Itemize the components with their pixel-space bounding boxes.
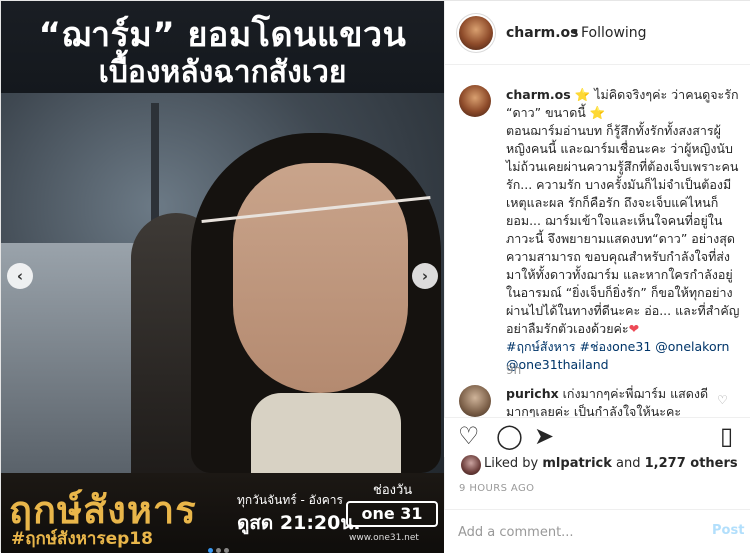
channel-label: ช่องวัน: [373, 483, 413, 498]
post-caption: charm.os ⭐ ไม่คิดจริงๆค่ะ ว่าคนดูจะรัก “…: [506, 86, 744, 374]
commenter-avatar[interactable]: [459, 385, 491, 417]
comment-icon[interactable]: ◯: [496, 424, 523, 448]
author-avatar[interactable]: [459, 16, 493, 50]
bookmark-icon[interactable]: ▯: [720, 424, 733, 448]
mention-link[interactable]: @onelakorn: [655, 339, 729, 354]
hashtag-link[interactable]: #ฤกษ์สังหาร: [506, 339, 576, 354]
next-slide-button[interactable]: ›: [412, 263, 438, 289]
action-bar: ♡ ◯ ➤ ▯: [444, 417, 750, 457]
show-hashtag: #ฤกษ์สังหารep18: [11, 529, 153, 549]
carousel-dot: [224, 548, 229, 553]
mention-link[interactable]: @one31thailand: [506, 357, 609, 372]
carousel-indicator: [208, 538, 232, 553]
caption-username[interactable]: charm.os: [506, 87, 571, 102]
video-frame: [1, 93, 444, 473]
likes-others-link[interactable]: 1,277 others: [645, 456, 738, 471]
comment-like-icon[interactable]: ♡: [717, 393, 728, 407]
share-icon[interactable]: ➤: [534, 424, 554, 448]
caption-avatar[interactable]: [459, 85, 491, 117]
likes-summary: Liked by mlpatrick and 1,277 others: [484, 456, 738, 471]
previous-slide-button[interactable]: ‹: [7, 263, 33, 289]
post-media[interactable]: “ฌาร์ม” ยอมโดนแขวน เบื้องหลังฉากสังเวย ‹…: [1, 1, 444, 553]
star-emoji: ⭐: [589, 105, 606, 120]
carousel-dot: [208, 548, 213, 553]
actress-face: [233, 163, 408, 393]
comment-input[interactable]: [458, 522, 698, 542]
comment-item: purichx เก่งมากๆค่ะพี่ฌาร์ม แสดงดีมากๆเล…: [506, 385, 711, 419]
carousel-dot: [216, 548, 221, 553]
add-comment-bar: Post: [444, 509, 750, 553]
following-button[interactable]: Following: [581, 25, 647, 41]
liker-avatar[interactable]: [461, 455, 481, 475]
channel-url: www.one31.net: [349, 533, 419, 543]
post-comment-button[interactable]: Post: [712, 523, 744, 538]
post-header: charm.os • Following: [445, 1, 750, 65]
commenter-username[interactable]: purichx: [506, 386, 559, 401]
headline-line2: เบื้องหลังฉากสังเวย: [98, 55, 347, 90]
likes-prefix: Liked by: [484, 456, 543, 471]
likes-middle: and: [611, 456, 645, 471]
like-icon[interactable]: ♡: [458, 424, 480, 448]
star-emoji: ⭐: [574, 87, 591, 102]
author-username[interactable]: charm.os: [506, 25, 578, 41]
hashtag-link[interactable]: #ช่องone31: [580, 339, 652, 354]
headline-banner: “ฌาร์ม” ยอมโดนแขวน เบื้องหลังฉากสังเวย: [1, 1, 444, 93]
heart-emoji: ❤: [628, 321, 640, 336]
actress-shirt: [251, 393, 401, 473]
channel-logo: one 31: [346, 501, 438, 527]
header-separator: •: [571, 25, 580, 41]
caption-body: ตอนฌาร์มอ่านบท ก็รู้สึกทั้งรักทั้งสงสารผ…: [506, 123, 740, 336]
liker-username[interactable]: mlpatrick: [542, 456, 612, 471]
post-dialog: “ฌาร์ม” ยอมโดนแขวน เบื้องหลังฉากสังเวย ‹…: [0, 0, 750, 553]
airtime-time: ดูสด 21:20น.: [237, 512, 361, 534]
caption-time-ago: 9h: [506, 363, 522, 377]
post-timestamp: 9 HOURS AGO: [459, 483, 535, 494]
